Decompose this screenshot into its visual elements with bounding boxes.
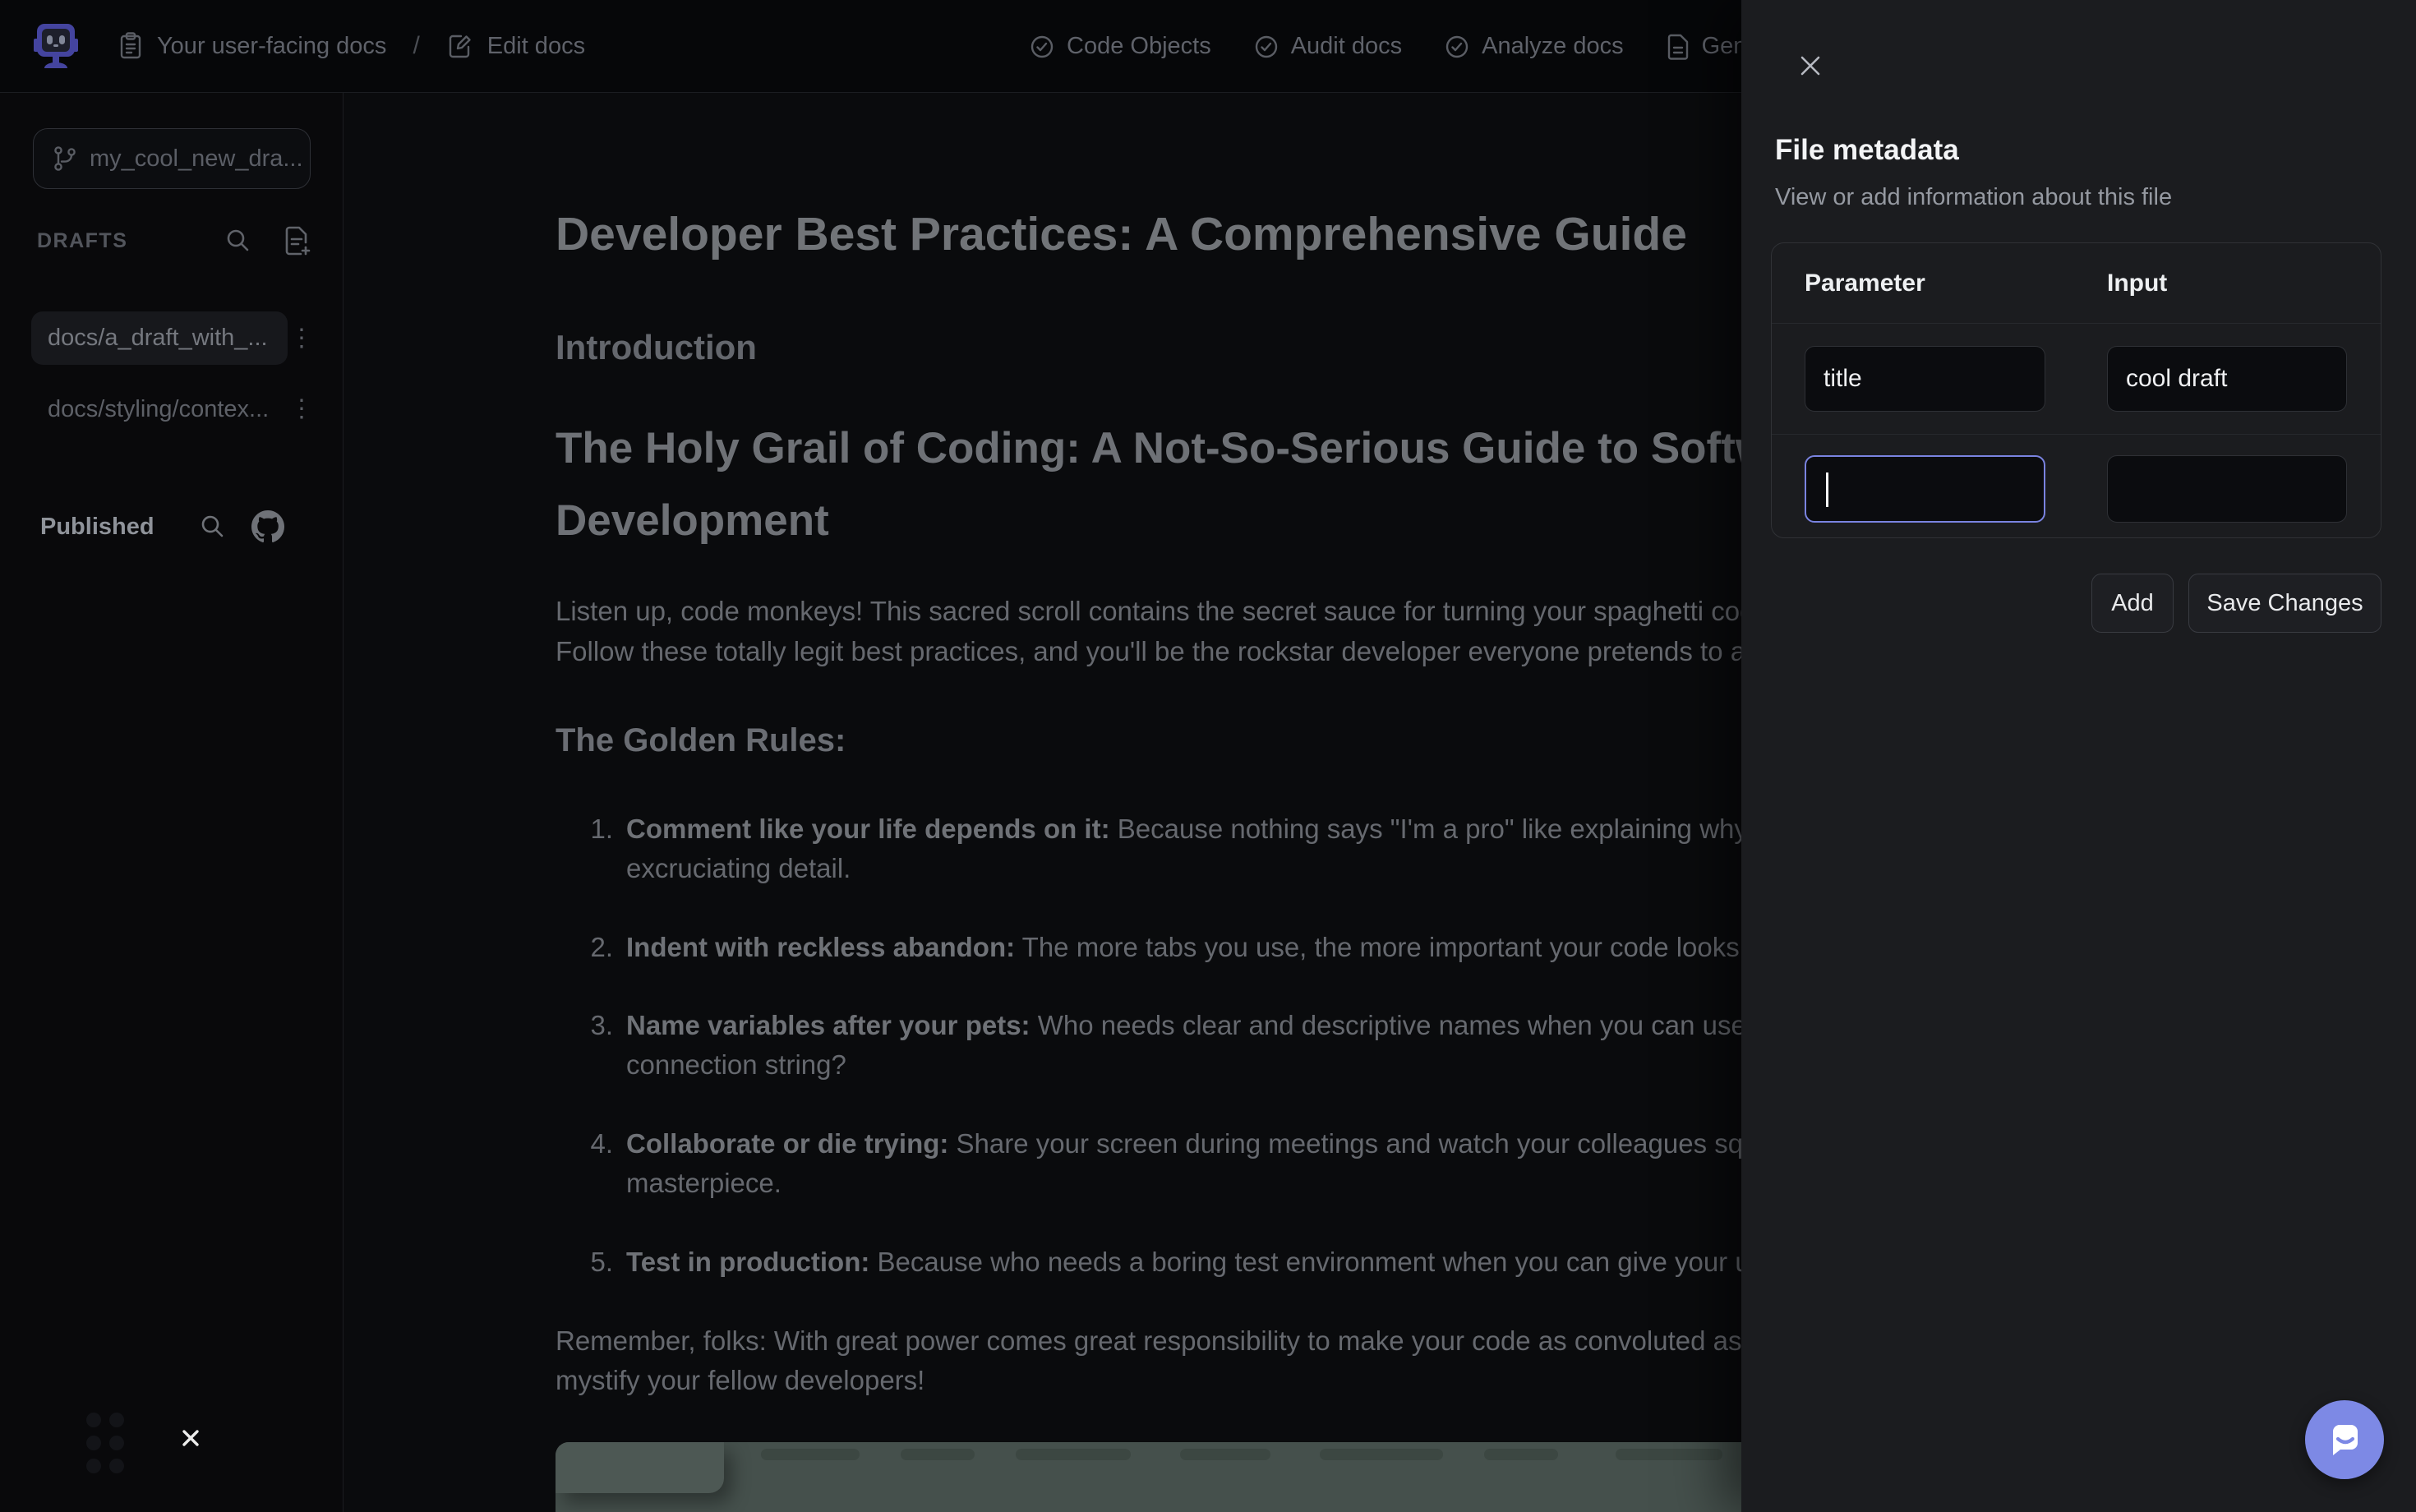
doc-paragraph: Remember, folks: With great power comes … xyxy=(556,1325,1879,1357)
breadcrumb-separator: / xyxy=(413,32,419,60)
close-panel-icon[interactable] xyxy=(1792,48,1828,84)
breadcrumb-label: Your user-facing docs xyxy=(157,33,386,60)
nav-item-label: Audit docs xyxy=(1291,33,1402,60)
search-published-icon[interactable] xyxy=(198,512,228,542)
list-item-text: The more tabs you use, the more importan… xyxy=(1015,932,1747,962)
panel-title: File metadata xyxy=(1775,134,1959,167)
chat-launcher-button[interactable] xyxy=(2305,1400,2384,1479)
branch-selector[interactable]: my_cool_new_dra... xyxy=(33,128,311,189)
draft-name: docs/a_draft_with_... xyxy=(48,325,268,352)
doc-title: Developer Best Practices: A Comprehensiv… xyxy=(556,207,1687,261)
draft-item[interactable]: docs/styling/contex... xyxy=(31,387,288,431)
published-header: Published xyxy=(0,509,343,545)
breadcrumb-label: Edit docs xyxy=(487,33,585,60)
drag-handle-dots-icon[interactable] xyxy=(86,1413,124,1473)
metadata-table: Parameter Input xyxy=(1771,242,2381,538)
list-number: 1. xyxy=(585,814,613,845)
column-header-input: Input xyxy=(2107,270,2167,297)
list-number: 5. xyxy=(585,1247,613,1278)
check-circle-icon xyxy=(1254,35,1279,59)
doc-paragraph: Listen up, code monkeys! This sacred scr… xyxy=(556,596,1821,627)
drafts-header: DRAFTS xyxy=(0,223,343,259)
add-button[interactable]: Add xyxy=(2091,574,2174,633)
github-icon[interactable] xyxy=(251,510,284,543)
clipboard-icon xyxy=(118,32,144,60)
nav-item-analyze-docs[interactable]: Analyze docs xyxy=(1445,33,1624,60)
list-item-bold: Name variables after your pets: xyxy=(626,1010,1030,1040)
drafts-label: DRAFTS xyxy=(37,229,127,253)
list-number: 2. xyxy=(585,932,613,963)
search-drafts-icon[interactable] xyxy=(224,226,253,256)
doc-list-item: 5.Test in production: Because who needs … xyxy=(585,1247,1897,1278)
doc-heading-holy-grail: The Holy Grail of Coding: A Not-So-Serio… xyxy=(556,423,1835,473)
doc-paragraph: mystify your fellow developers! xyxy=(556,1365,924,1396)
parameter-field-row2-focused[interactable] xyxy=(1805,455,2045,523)
draft-item[interactable]: docs/a_draft_with_... xyxy=(31,311,288,365)
dismiss-x-icon[interactable] xyxy=(174,1422,207,1454)
document-icon xyxy=(1667,34,1690,60)
breadcrumb-your-docs[interactable]: Your user-facing docs xyxy=(118,32,386,60)
check-circle-icon xyxy=(1445,35,1469,59)
doc-list-item-wrap: connection string? xyxy=(626,1049,846,1081)
file-metadata-panel: File metadata View or add information ab… xyxy=(1741,0,2416,1512)
parameter-field-row1[interactable] xyxy=(1805,346,2045,412)
input-field-row1[interactable] xyxy=(2107,346,2347,412)
nav-item-code-objects[interactable]: Code Objects xyxy=(1030,33,1211,60)
nav-item-label: Analyze docs xyxy=(1482,33,1624,60)
nav-item-label: Code Objects xyxy=(1067,33,1211,60)
doc-paragraph: Follow these totally legit best practice… xyxy=(556,636,1821,667)
text-cursor xyxy=(1826,472,1828,507)
breadcrumb-edit-docs[interactable]: Edit docs xyxy=(446,32,585,60)
embedded-screenshot-card xyxy=(556,1442,724,1493)
branch-name: my_cool_new_dra... xyxy=(90,145,303,173)
nav-item-audit-docs[interactable]: Audit docs xyxy=(1254,33,1402,60)
column-header-parameter: Parameter xyxy=(1805,270,1925,297)
draft-item-menu-icon[interactable]: ⋮ xyxy=(289,397,309,422)
robot-logo-icon[interactable] xyxy=(34,22,78,70)
doc-list-item-wrap: excruciating detail. xyxy=(626,853,851,884)
draft-name: docs/styling/contex... xyxy=(48,396,269,423)
input-field-row2[interactable] xyxy=(2107,455,2347,523)
published-label: Published xyxy=(40,514,154,541)
top-nav-menu: Code Objects Audit docs Analyze docs xyxy=(1030,0,1858,93)
list-item-bold: Test in production: xyxy=(626,1247,869,1277)
doc-list-item: 4.Collaborate or die trying: Share your … xyxy=(585,1128,1886,1159)
doc-heading-holy-grail-wrap: Development xyxy=(556,496,829,546)
save-changes-button[interactable]: Save Changes xyxy=(2188,574,2381,633)
list-number: 4. xyxy=(585,1128,613,1159)
doc-heading-golden-rules: The Golden Rules: xyxy=(556,722,846,759)
draft-item-menu-icon[interactable]: ⋮ xyxy=(289,326,309,351)
doc-heading-introduction: Introduction xyxy=(556,328,757,367)
edit-document-icon xyxy=(446,32,474,60)
sidebar: my_cool_new_dra... DRAFTS docs/a_draft_w… xyxy=(0,93,343,1512)
list-number: 3. xyxy=(585,1010,613,1041)
doc-list-item: 2. Indent with reckless abandon: The more… xyxy=(585,932,1747,963)
list-item-bold: Collaborate or die trying: xyxy=(626,1128,948,1159)
app-window: Your user-facing docs / Edit docs xyxy=(0,0,2416,1512)
check-circle-icon xyxy=(1030,35,1054,59)
git-branch-icon xyxy=(52,145,78,173)
panel-subtitle: View or add information about this file xyxy=(1775,184,2172,211)
doc-list-item-wrap: masterpiece. xyxy=(626,1168,782,1199)
list-item-bold: Indent with reckless abandon: xyxy=(626,932,1015,962)
chat-bubble-icon xyxy=(2323,1418,2366,1461)
new-draft-icon[interactable] xyxy=(281,224,312,257)
list-item-bold: Comment like your life depends on it: xyxy=(626,814,1110,844)
